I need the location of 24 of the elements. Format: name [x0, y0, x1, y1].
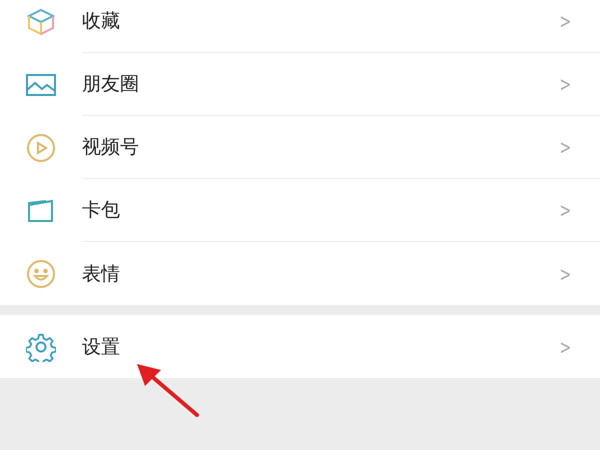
menu-item[interactable]: 表情 >	[0, 242, 600, 305]
play-icon	[26, 132, 56, 162]
chevron: >	[560, 135, 572, 159]
chevron: >	[560, 72, 572, 96]
menu-item[interactable]: 收藏 >	[0, 0, 600, 53]
picture-icon	[25, 72, 57, 98]
smiley-icon	[26, 258, 56, 288]
menu-item[interactable]: 朋友圈 >	[0, 53, 600, 116]
settings-icon	[26, 332, 56, 362]
menu-label: 表情	[82, 262, 120, 286]
menu-label: 设置	[82, 334, 120, 360]
chevron: >	[560, 262, 572, 286]
chevron: >	[560, 334, 572, 358]
menu-item[interactable]: 卡包 >	[0, 179, 600, 242]
chevron: >	[560, 9, 572, 33]
cube-icon	[26, 6, 56, 36]
menu-label: 收藏	[82, 9, 120, 34]
card-icon	[26, 198, 56, 224]
menu-label: 视频号	[82, 135, 139, 160]
menu-item[interactable]: 设置 >	[0, 315, 600, 378]
menu-item[interactable]: 视频号 >	[0, 116, 600, 179]
chevron: >	[560, 198, 572, 222]
menu-label: 卡包	[82, 198, 120, 223]
menu-label: 朋友圈	[82, 72, 139, 97]
